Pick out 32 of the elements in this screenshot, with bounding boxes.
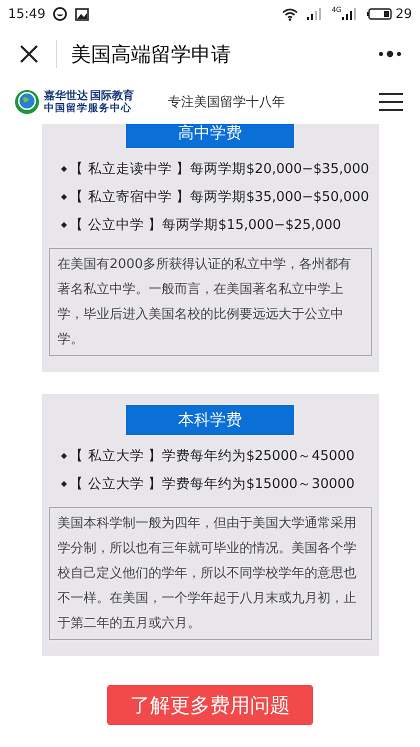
globe-logo-icon xyxy=(14,89,40,115)
menu-icon xyxy=(378,92,404,112)
signal-icon xyxy=(306,8,324,20)
brand-subtitle: 中国留学服务中心 xyxy=(44,102,133,114)
more-icon xyxy=(378,50,402,58)
image-icon xyxy=(75,8,90,20)
tagline: 专注美国留学十八年 xyxy=(168,94,286,111)
wifi-icon xyxy=(282,8,298,20)
bullet-icon xyxy=(60,481,66,487)
menu-button[interactable] xyxy=(376,90,406,114)
note-text: 在美国有2000多所获得认证的私立中学，各州都有著名私立中学。一般而言，在美国著名私立中学上学，毕业后进入美国名校的比例要远远大于公立中学。 xyxy=(48,248,372,356)
fee-item: 【 公立中学 】每两学期$15,000−$25,000 xyxy=(70,216,342,234)
fee-item: 【 私立走读中学 】每两学期$20,000−$35,000 xyxy=(70,160,370,178)
section-heading: 本科学费 xyxy=(126,405,294,435)
section-heading: 高中学费 xyxy=(126,124,294,148)
notification-icon xyxy=(53,7,68,21)
bullet-icon xyxy=(60,194,66,200)
clock: 15:49 xyxy=(8,6,46,22)
page-title: 美国高端留学申请 xyxy=(71,40,232,68)
more-fees-button[interactable]: 了解更多费用问题 xyxy=(107,685,313,725)
bullet-icon xyxy=(60,453,66,459)
battery-level: 29 xyxy=(395,6,412,22)
fee-item: 【 公立大学 】学费每年约为$15000～30000 xyxy=(70,475,355,493)
fee-item: 【 私立大学 】学费每年约为$25000～45000 xyxy=(70,447,355,465)
note-text: 美国本科学制一般为四年，但由于美国大学通常采用学分制，所以也有三年就可毕业的情况。美国各个学校自己定义他们的学年，所以不同学校学年的意思也不一样。在美国，一个学年起于八月末或九月初，止于第二年的五月或六月。 xyxy=(48,507,372,640)
fee-item: 【 私立寄宿中学 】每两学期$35,000−$50,000 xyxy=(70,188,370,206)
bullet-icon xyxy=(60,166,66,172)
brand-suffix: 国际教育 xyxy=(90,90,134,102)
bullet-icon xyxy=(60,222,66,228)
brand-name: 嘉华世达 xyxy=(44,90,88,102)
battery-icon xyxy=(367,8,394,20)
close-icon xyxy=(18,43,40,65)
